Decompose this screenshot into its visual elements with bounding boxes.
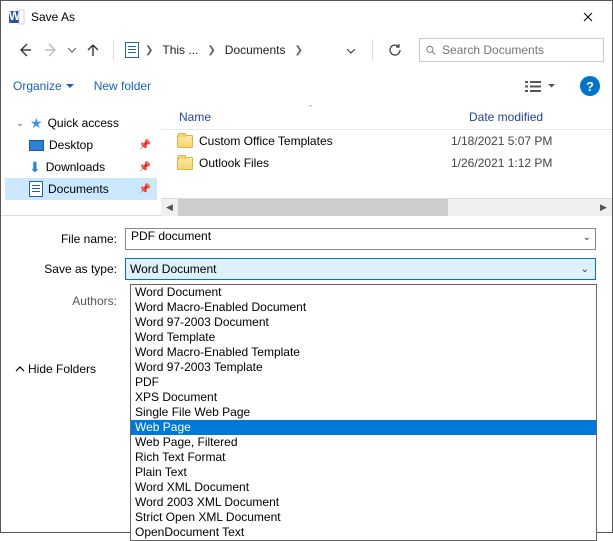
hide-folders-label: Hide Folders: [28, 362, 96, 376]
folder-icon: [177, 135, 193, 148]
download-icon: ⬇: [29, 159, 41, 176]
forward-button[interactable]: [39, 38, 63, 62]
command-bar: Organize New folder ?: [1, 68, 612, 104]
chevron-up-icon: [15, 364, 25, 374]
file-list-pane: ˆ Name Date modified Custom Office Templ…: [161, 104, 612, 215]
chevron-down-icon[interactable]: ⌄: [579, 264, 591, 275]
filename-value: PDF document: [131, 229, 211, 243]
document-icon: [29, 181, 43, 197]
save-type-option[interactable]: Word Macro-Enabled Template: [131, 345, 596, 360]
file-name: Custom Office Templates: [199, 134, 333, 148]
save-type-value: Word Document: [130, 262, 579, 276]
breadcrumb-segment[interactable]: Documents: [222, 41, 289, 59]
pin-icon: 📌: [139, 162, 151, 173]
organize-button[interactable]: Organize: [13, 79, 74, 93]
save-type-option[interactable]: Word Document: [131, 285, 596, 300]
word-app-icon: W: [9, 9, 25, 25]
navigation-pane: ⌄ ★ Quick access Desktop 📌 ⬇ Downloads 📌…: [1, 104, 161, 215]
file-date: 1/18/2021 5:07 PM: [451, 134, 612, 148]
organize-label: Organize: [13, 79, 62, 93]
save-type-option[interactable]: Single File Web Page: [131, 405, 596, 420]
chevron-right-icon[interactable]: ❯: [205, 45, 217, 56]
nav-bar: ❯ This ... ❯ Documents ❯: [1, 32, 612, 68]
save-type-option[interactable]: XPS Document: [131, 390, 596, 405]
back-button[interactable]: [13, 38, 37, 62]
scroll-right-button[interactable]: ▶: [595, 199, 612, 216]
save-type-option[interactable]: Word 2003 XML Document: [131, 495, 596, 510]
authors-label: Authors:: [1, 294, 125, 308]
folder-icon: [177, 157, 193, 170]
tree-item-desktop[interactable]: Desktop 📌: [5, 134, 157, 156]
column-headers: ˆ Name Date modified: [161, 104, 612, 130]
location-icon: [125, 42, 139, 58]
chevron-down-icon: [66, 84, 74, 89]
hide-folders-button[interactable]: Hide Folders: [15, 362, 96, 376]
tree-label: Downloads: [46, 160, 105, 174]
save-type-option[interactable]: Word Template: [131, 330, 596, 345]
file-rows: Custom Office Templates 1/18/2021 5:07 P…: [161, 130, 612, 198]
filename-label: File name:: [1, 232, 125, 246]
save-type-option[interactable]: Strict Open XML Document: [131, 510, 596, 525]
breadcrumb-segment[interactable]: This ...: [159, 41, 201, 59]
recent-locations-button[interactable]: [65, 38, 79, 62]
up-button[interactable]: [81, 38, 105, 62]
chevron-right-icon[interactable]: ❯: [293, 45, 305, 56]
chevron-down-icon[interactable]: ⌄: [583, 232, 591, 243]
new-folder-label: New folder: [94, 79, 151, 93]
search-box[interactable]: [419, 38, 604, 62]
tree-item-quick-access[interactable]: ⌄ ★ Quick access: [5, 112, 157, 134]
save-type-option[interactable]: PDF: [131, 375, 596, 390]
tree-item-downloads[interactable]: ⬇ Downloads 📌: [5, 156, 157, 178]
filename-input[interactable]: PDF document ⌄: [125, 228, 596, 250]
chevron-right-icon[interactable]: ❯: [143, 45, 155, 56]
save-type-dropdown-list[interactable]: Word DocumentWord Macro-Enabled Document…: [130, 284, 597, 541]
tree-label: Quick access: [48, 116, 119, 130]
file-name: Outlook Files: [199, 156, 269, 170]
view-options-button[interactable]: [520, 80, 560, 93]
title-bar: W Save As: [1, 1, 612, 32]
save-type-combobox[interactable]: Word Document ⌄: [125, 258, 596, 280]
file-date: 1/26/2021 1:12 PM: [451, 156, 612, 170]
address-dropdown-icon[interactable]: [341, 43, 361, 57]
column-header-name[interactable]: Name: [161, 110, 451, 124]
content-area: ⌄ ★ Quick access Desktop 📌 ⬇ Downloads 📌…: [1, 104, 612, 216]
close-button[interactable]: [565, 2, 610, 31]
file-row[interactable]: Outlook Files 1/26/2021 1:12 PM: [161, 152, 612, 174]
nav-separator: [113, 39, 114, 61]
address-bar[interactable]: ❯ This ... ❯ Documents ❯: [122, 38, 364, 62]
window-title: Save As: [31, 10, 75, 24]
help-button[interactable]: ?: [580, 76, 600, 96]
save-type-option[interactable]: Web Page: [131, 420, 596, 435]
nav-separator: [372, 39, 373, 61]
save-type-option[interactable]: Word 97-2003 Document: [131, 315, 596, 330]
tree-item-documents[interactable]: Documents 📌: [5, 178, 157, 200]
save-type-option[interactable]: Rich Text Format: [131, 450, 596, 465]
horizontal-scrollbar[interactable]: ◀ ▶: [161, 198, 612, 215]
pin-icon: 📌: [139, 140, 151, 151]
pin-icon: 📌: [139, 184, 151, 195]
star-icon: ★: [30, 115, 43, 132]
save-type-option[interactable]: Web Page, Filtered: [131, 435, 596, 450]
scroll-track[interactable]: [178, 199, 595, 216]
save-type-option[interactable]: Word XML Document: [131, 480, 596, 495]
tree-label: Documents: [48, 182, 109, 196]
desktop-icon: [29, 140, 44, 151]
save-type-label: Save as type:: [1, 262, 125, 276]
refresh-button[interactable]: [381, 38, 409, 62]
save-type-option[interactable]: Word Macro-Enabled Document: [131, 300, 596, 315]
column-header-date[interactable]: Date modified: [451, 110, 612, 124]
save-type-option[interactable]: Plain Text: [131, 465, 596, 480]
search-input[interactable]: [442, 43, 597, 57]
new-folder-button[interactable]: New folder: [94, 79, 151, 93]
search-icon: [426, 44, 436, 57]
file-row[interactable]: Custom Office Templates 1/18/2021 5:07 P…: [161, 130, 612, 152]
scroll-left-button[interactable]: ◀: [161, 199, 178, 216]
sort-indicator-icon: ˆ: [309, 104, 312, 114]
tree-label: Desktop: [49, 138, 93, 152]
chevron-down-icon[interactable]: ⌄: [15, 118, 25, 129]
save-type-option[interactable]: Word 97-2003 Template: [131, 360, 596, 375]
scroll-thumb[interactable]: [178, 199, 448, 216]
